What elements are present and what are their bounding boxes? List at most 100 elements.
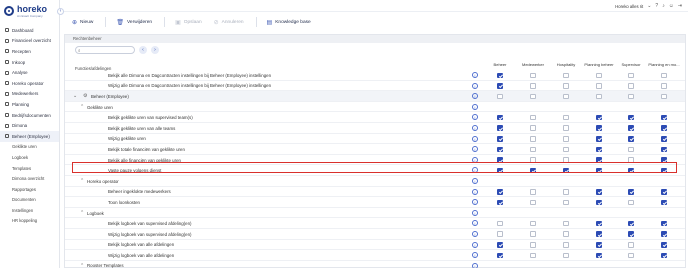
sidebar-subitem[interactable]: Instellingen <box>0 205 59 216</box>
permission-checkbox[interactable] <box>497 93 503 100</box>
permission-checkbox[interactable] <box>497 252 503 259</box>
permission-checkbox[interactable] <box>497 242 503 248</box>
company-selector[interactable]: Horeko alles rit <box>615 4 643 9</box>
permission-checkbox[interactable] <box>628 114 634 121</box>
cancel-button[interactable]: ⊘ Annuleren <box>214 19 244 26</box>
sidebar-item[interactable]: Planning <box>0 99 59 110</box>
permission-checkbox[interactable] <box>530 157 536 163</box>
permission-checkbox[interactable] <box>497 114 503 121</box>
permission-checkbox[interactable] <box>563 189 569 195</box>
permission-checkbox[interactable] <box>563 83 569 89</box>
sidebar-item[interactable]: Analyse <box>0 67 59 78</box>
expand-icon[interactable]: ⌃ <box>80 104 84 110</box>
permission-checkbox[interactable] <box>596 72 602 78</box>
previous-button[interactable]: ‹ <box>139 46 147 54</box>
permission-checkbox[interactable] <box>628 167 634 174</box>
permission-checkbox[interactable] <box>661 252 667 259</box>
sidebar-subitem[interactable]: Dimona overzicht <box>0 173 59 184</box>
sidebar-subitem[interactable]: HR koppeling <box>0 216 59 227</box>
permission-checkbox[interactable] <box>563 242 569 248</box>
permission-checkbox[interactable] <box>628 72 634 78</box>
permission-checkbox[interactable] <box>661 220 667 227</box>
chevron-down-icon[interactable]: ⌄ <box>647 3 651 9</box>
permission-checkbox[interactable] <box>563 93 569 100</box>
permission-checkbox[interactable] <box>661 157 667 163</box>
permission-checkbox[interactable] <box>596 231 602 237</box>
permission-checkbox[interactable] <box>563 114 569 121</box>
permission-checkbox[interactable] <box>628 125 634 131</box>
permission-checkbox[interactable] <box>596 114 602 121</box>
permission-checkbox[interactable] <box>497 231 503 237</box>
sidebar-item[interactable]: Dimona <box>0 120 59 131</box>
sidebar-item[interactable]: Bedrijfsdocumenten <box>0 110 59 121</box>
permission-checkbox[interactable] <box>497 189 503 195</box>
permission-checkbox[interactable] <box>497 146 503 153</box>
permission-checkbox[interactable] <box>530 125 536 131</box>
permission-checkbox[interactable] <box>596 252 602 259</box>
permission-checkbox[interactable] <box>530 136 536 142</box>
permission-checkbox[interactable] <box>530 114 536 121</box>
permission-checkbox[interactable] <box>628 146 634 153</box>
next-button[interactable]: › <box>151 46 159 54</box>
permission-checkbox[interactable] <box>530 242 536 248</box>
column-header[interactable]: Beheer <box>483 62 517 67</box>
permission-checkbox[interactable] <box>563 252 569 259</box>
info-icon[interactable]: i <box>472 241 478 248</box>
permission-checkbox[interactable] <box>530 252 536 259</box>
permission-checkbox[interactable] <box>563 231 569 237</box>
info-icon[interactable]: i <box>472 114 478 121</box>
expand-icon[interactable]: ⌄ <box>73 93 77 99</box>
info-icon[interactable]: i <box>472 230 478 237</box>
permission-checkbox[interactable] <box>563 157 569 163</box>
permission-checkbox[interactable] <box>596 125 602 131</box>
info-icon[interactable]: i <box>472 167 478 174</box>
info-icon[interactable]: i <box>472 262 478 268</box>
permission-checkbox[interactable] <box>628 136 634 142</box>
permission-checkbox[interactable] <box>661 189 667 195</box>
info-icon[interactable]: i <box>472 199 478 206</box>
bell-icon[interactable]: ♪ <box>662 3 665 9</box>
sidebar-item[interactable]: Dashboard <box>0 25 59 36</box>
info-icon[interactable]: i <box>472 103 478 110</box>
permission-checkbox[interactable] <box>661 72 667 78</box>
permission-checkbox[interactable] <box>497 83 503 89</box>
permission-checkbox[interactable] <box>563 146 569 153</box>
permission-checkbox[interactable] <box>530 146 536 153</box>
sidebar-item[interactable]: Medewerkers <box>0 89 59 100</box>
sidebar-subitem[interactable]: Rapportages <box>0 184 59 195</box>
sidebar-subitem[interactable]: Logboek <box>0 152 59 163</box>
column-header[interactable]: Supervisor <box>614 62 648 67</box>
permission-checkbox[interactable] <box>628 231 634 237</box>
permission-checkbox[interactable] <box>596 242 602 248</box>
info-icon[interactable]: i <box>472 252 478 259</box>
permission-checkbox[interactable] <box>563 167 569 174</box>
delete-button[interactable]: 🗑 Verwijderen <box>116 19 152 26</box>
permission-checkbox[interactable] <box>596 189 602 195</box>
info-icon[interactable]: i <box>472 124 478 131</box>
permission-checkbox[interactable] <box>497 136 503 142</box>
info-icon[interactable]: i <box>472 220 478 227</box>
save-button[interactable]: ▣ Opslaan <box>175 19 202 26</box>
sidebar-subitem[interactable]: Gekliktе uren <box>0 142 59 153</box>
permission-checkbox[interactable] <box>628 157 634 163</box>
expand-icon[interactable]: ⌃ <box>80 210 84 216</box>
expand-icon[interactable]: ⌃ <box>80 178 84 184</box>
chevron-left-icon[interactable]: ‹ <box>57 8 64 15</box>
info-icon[interactable]: i <box>472 82 478 89</box>
permission-checkbox[interactable] <box>497 125 503 131</box>
permission-checkbox[interactable] <box>661 83 667 89</box>
permission-checkbox[interactable] <box>497 199 503 206</box>
permission-checkbox[interactable] <box>530 72 536 78</box>
permission-checkbox[interactable] <box>661 242 667 248</box>
permission-checkbox[interactable] <box>596 199 602 206</box>
permission-checkbox[interactable] <box>497 167 503 174</box>
permission-checkbox[interactable] <box>530 220 536 227</box>
info-icon[interactable]: i <box>472 146 478 153</box>
info-icon[interactable]: i <box>472 93 478 100</box>
permission-checkbox[interactable] <box>628 83 634 89</box>
logo[interactable]: horeko An Exact Company <box>4 3 58 19</box>
permission-checkbox[interactable] <box>596 136 602 142</box>
permission-checkbox[interactable] <box>530 199 536 206</box>
permission-checkbox[interactable] <box>530 189 536 195</box>
sidebar-item[interactable]: Financieel overzicht <box>0 36 59 47</box>
